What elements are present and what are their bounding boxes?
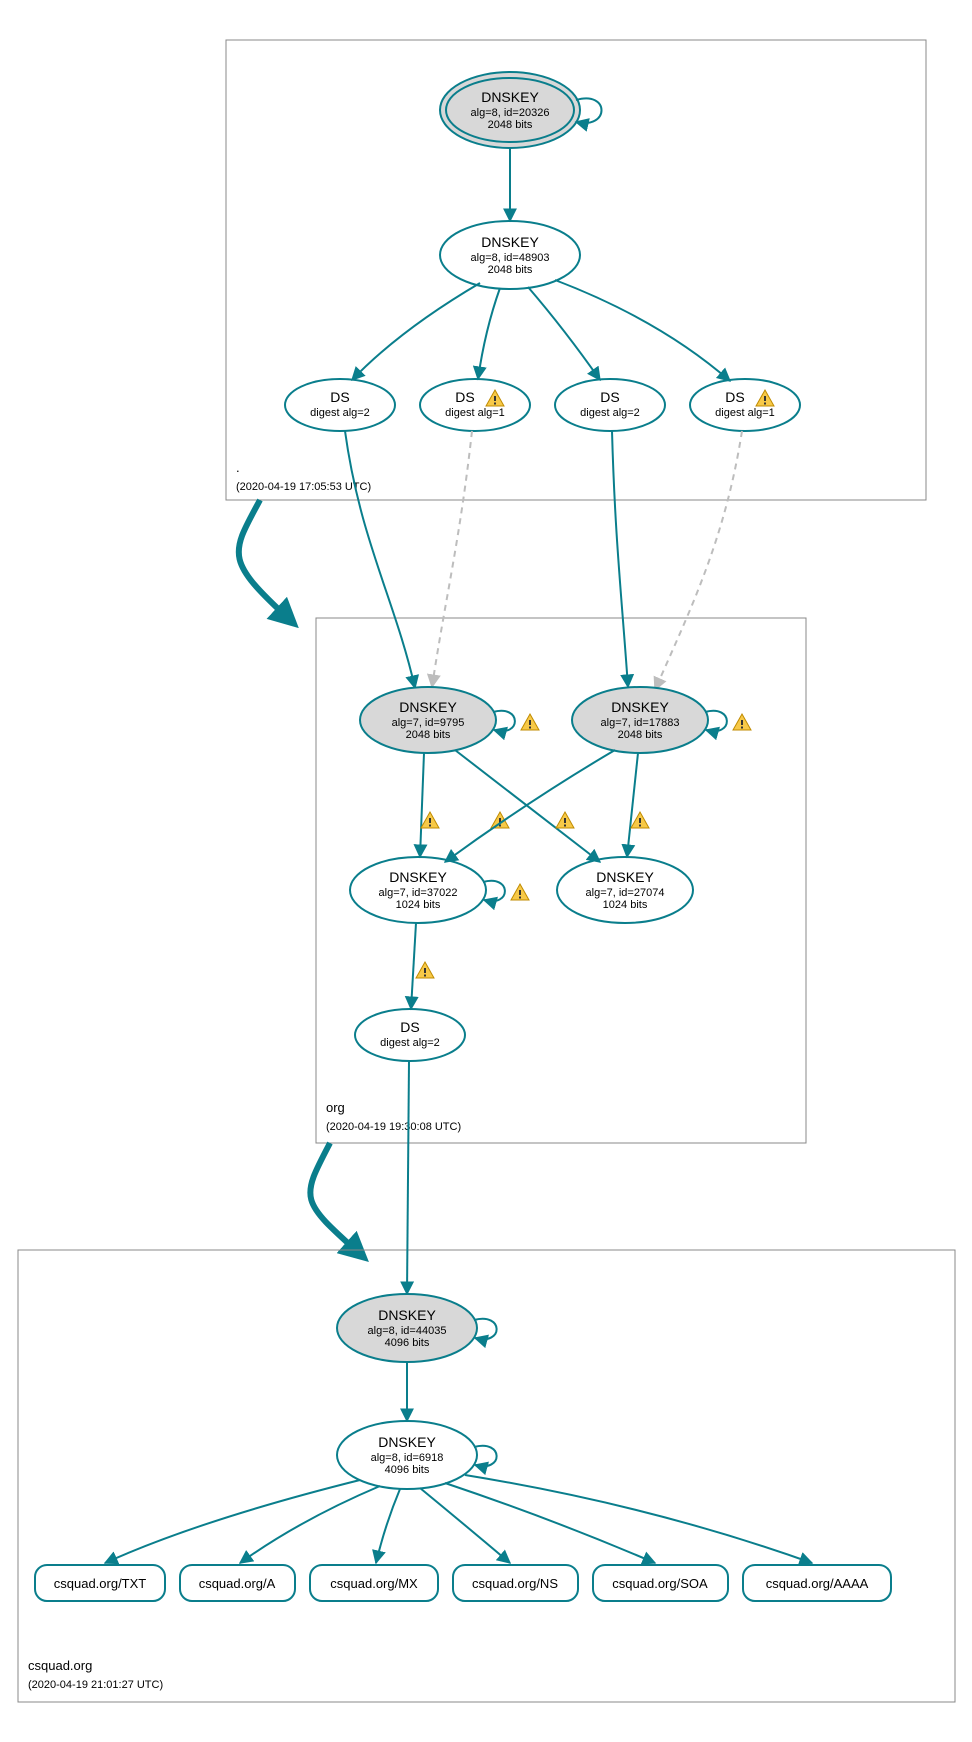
svg-text:2048 bits: 2048 bits — [488, 119, 533, 131]
zone-root-time: (2020-04-19 17:05:53 UTC) — [236, 481, 371, 493]
zone-csquad: csquad.org (2020-04-19 21:01:27 UTC) DNS… — [18, 1061, 955, 1702]
svg-text:alg=8, id=20326: alg=8, id=20326 — [471, 107, 550, 119]
svg-text:DNSKEY: DNSKEY — [481, 234, 539, 250]
edge — [445, 750, 615, 862]
edge — [240, 1486, 380, 1563]
warning-icon — [631, 812, 649, 828]
svg-text:DNSKEY: DNSKEY — [389, 869, 447, 885]
svg-text:csquad.org/AAAA: csquad.org/AAAA — [766, 1576, 869, 1591]
svg-text:digest alg=1: digest alg=1 — [715, 407, 775, 419]
svg-text:alg=7, id=9795: alg=7, id=9795 — [392, 717, 465, 729]
edge — [420, 1488, 510, 1563]
zone-org: org (2020-04-19 19:30:08 UTC) DNSKEY alg… — [316, 431, 806, 1143]
svg-text:2048 bits: 2048 bits — [618, 729, 663, 741]
svg-text:csquad.org/SOA: csquad.org/SOA — [612, 1576, 708, 1591]
edge — [445, 1483, 655, 1563]
node-org-zsk1: DNSKEY alg=7, id=37022 1024 bits — [350, 857, 529, 923]
delegation-edge — [310, 1143, 360, 1254]
edge — [411, 923, 416, 1009]
svg-text:alg=8, id=48903: alg=8, id=48903 — [471, 252, 550, 264]
svg-text:2048 bits: 2048 bits — [406, 729, 451, 741]
svg-text:DNSKEY: DNSKEY — [596, 869, 654, 885]
edge — [478, 288, 500, 379]
rrset-aaaa: csquad.org/AAAA — [743, 1565, 891, 1601]
node-org-ksk2: DNSKEY alg=7, id=17883 2048 bits — [572, 687, 751, 753]
zone-root: . (2020-04-19 17:05:53 UTC) DNSKEY alg=8… — [226, 40, 926, 500]
node-root-ds3: DS digest alg=2 — [555, 379, 665, 431]
svg-text:DS: DS — [725, 389, 744, 405]
zone-csquad-name: csquad.org — [28, 1658, 92, 1673]
rrset-a: csquad.org/A — [180, 1565, 295, 1601]
svg-text:1024 bits: 1024 bits — [603, 899, 648, 911]
svg-text:digest alg=2: digest alg=2 — [380, 1037, 440, 1049]
node-csquad-zsk: DNSKEY alg=8, id=6918 4096 bits — [337, 1421, 497, 1489]
svg-text:DNSKEY: DNSKEY — [481, 89, 539, 105]
svg-text:DS: DS — [330, 389, 349, 405]
zone-org-time: (2020-04-19 19:30:08 UTC) — [326, 1121, 461, 1133]
svg-text:csquad.org/MX: csquad.org/MX — [330, 1576, 418, 1591]
edge — [627, 753, 638, 857]
node-root-ksk: DNSKEY alg=8, id=20326 2048 bits — [440, 72, 602, 148]
svg-text:alg=7, id=27074: alg=7, id=27074 — [586, 887, 665, 899]
node-root-ds1: DS digest alg=2 — [285, 379, 395, 431]
rrset-soa: csquad.org/SOA — [593, 1565, 728, 1601]
edge — [407, 1061, 409, 1294]
svg-text:csquad.org/A: csquad.org/A — [199, 1576, 276, 1591]
svg-text:csquad.org/NS: csquad.org/NS — [472, 1576, 558, 1591]
node-org-ds: DS digest alg=2 — [355, 1009, 465, 1061]
node-org-ksk1: DNSKEY alg=7, id=9795 2048 bits — [360, 687, 539, 753]
svg-text:DS: DS — [600, 389, 619, 405]
warning-icon — [421, 812, 439, 828]
warning-icon — [511, 884, 529, 900]
node-root-ds4: DS digest alg=1 — [690, 379, 800, 431]
edge — [376, 1489, 400, 1563]
svg-text:digest alg=2: digest alg=2 — [310, 407, 370, 419]
edge — [455, 750, 600, 862]
svg-text:DNSKEY: DNSKEY — [378, 1434, 436, 1450]
edge-dashed — [655, 431, 742, 690]
svg-text:alg=8, id=44035: alg=8, id=44035 — [368, 1325, 447, 1337]
warning-icon — [556, 812, 574, 828]
svg-text:alg=7, id=17883: alg=7, id=17883 — [601, 717, 680, 729]
svg-text:csquad.org/TXT: csquad.org/TXT — [54, 1576, 147, 1591]
zone-csquad-time: (2020-04-19 21:01:27 UTC) — [28, 1679, 163, 1691]
warning-icon — [416, 962, 434, 978]
warning-icon — [521, 714, 539, 730]
edge — [420, 753, 424, 857]
svg-text:digest alg=1: digest alg=1 — [445, 407, 505, 419]
rrset-mx: csquad.org/MX — [310, 1565, 438, 1601]
edge — [612, 431, 628, 687]
edge — [352, 283, 480, 380]
zone-org-name: org — [326, 1100, 345, 1115]
svg-text:DS: DS — [400, 1019, 419, 1035]
svg-text:alg=8, id=6918: alg=8, id=6918 — [371, 1452, 444, 1464]
svg-text:4096 bits: 4096 bits — [385, 1464, 430, 1476]
node-org-zsk2: DNSKEY alg=7, id=27074 1024 bits — [557, 857, 693, 923]
edge — [528, 287, 600, 380]
svg-text:2048 bits: 2048 bits — [488, 264, 533, 276]
warning-icon — [733, 714, 751, 730]
svg-text:4096 bits: 4096 bits — [385, 1337, 430, 1349]
zone-root-name: . — [236, 460, 240, 475]
svg-text:1024 bits: 1024 bits — [396, 899, 441, 911]
svg-text:alg=7, id=37022: alg=7, id=37022 — [379, 887, 458, 899]
svg-text:DS: DS — [455, 389, 474, 405]
edge — [465, 1475, 812, 1563]
svg-text:DNSKEY: DNSKEY — [378, 1307, 436, 1323]
edge — [105, 1480, 360, 1563]
delegation-edge — [239, 500, 290, 620]
svg-text:digest alg=2: digest alg=2 — [580, 407, 640, 419]
edge — [345, 431, 415, 688]
svg-text:DNSKEY: DNSKEY — [399, 699, 457, 715]
node-root-zsk: DNSKEY alg=8, id=48903 2048 bits — [440, 221, 580, 289]
node-csquad-ksk: DNSKEY alg=8, id=44035 4096 bits — [337, 1294, 497, 1362]
edge — [555, 280, 730, 381]
edge-dashed — [432, 431, 472, 687]
rrset-ns: csquad.org/NS — [453, 1565, 578, 1601]
svg-text:DNSKEY: DNSKEY — [611, 699, 669, 715]
node-root-ds2: DS digest alg=1 — [420, 379, 530, 431]
rrset-txt: csquad.org/TXT — [35, 1565, 165, 1601]
